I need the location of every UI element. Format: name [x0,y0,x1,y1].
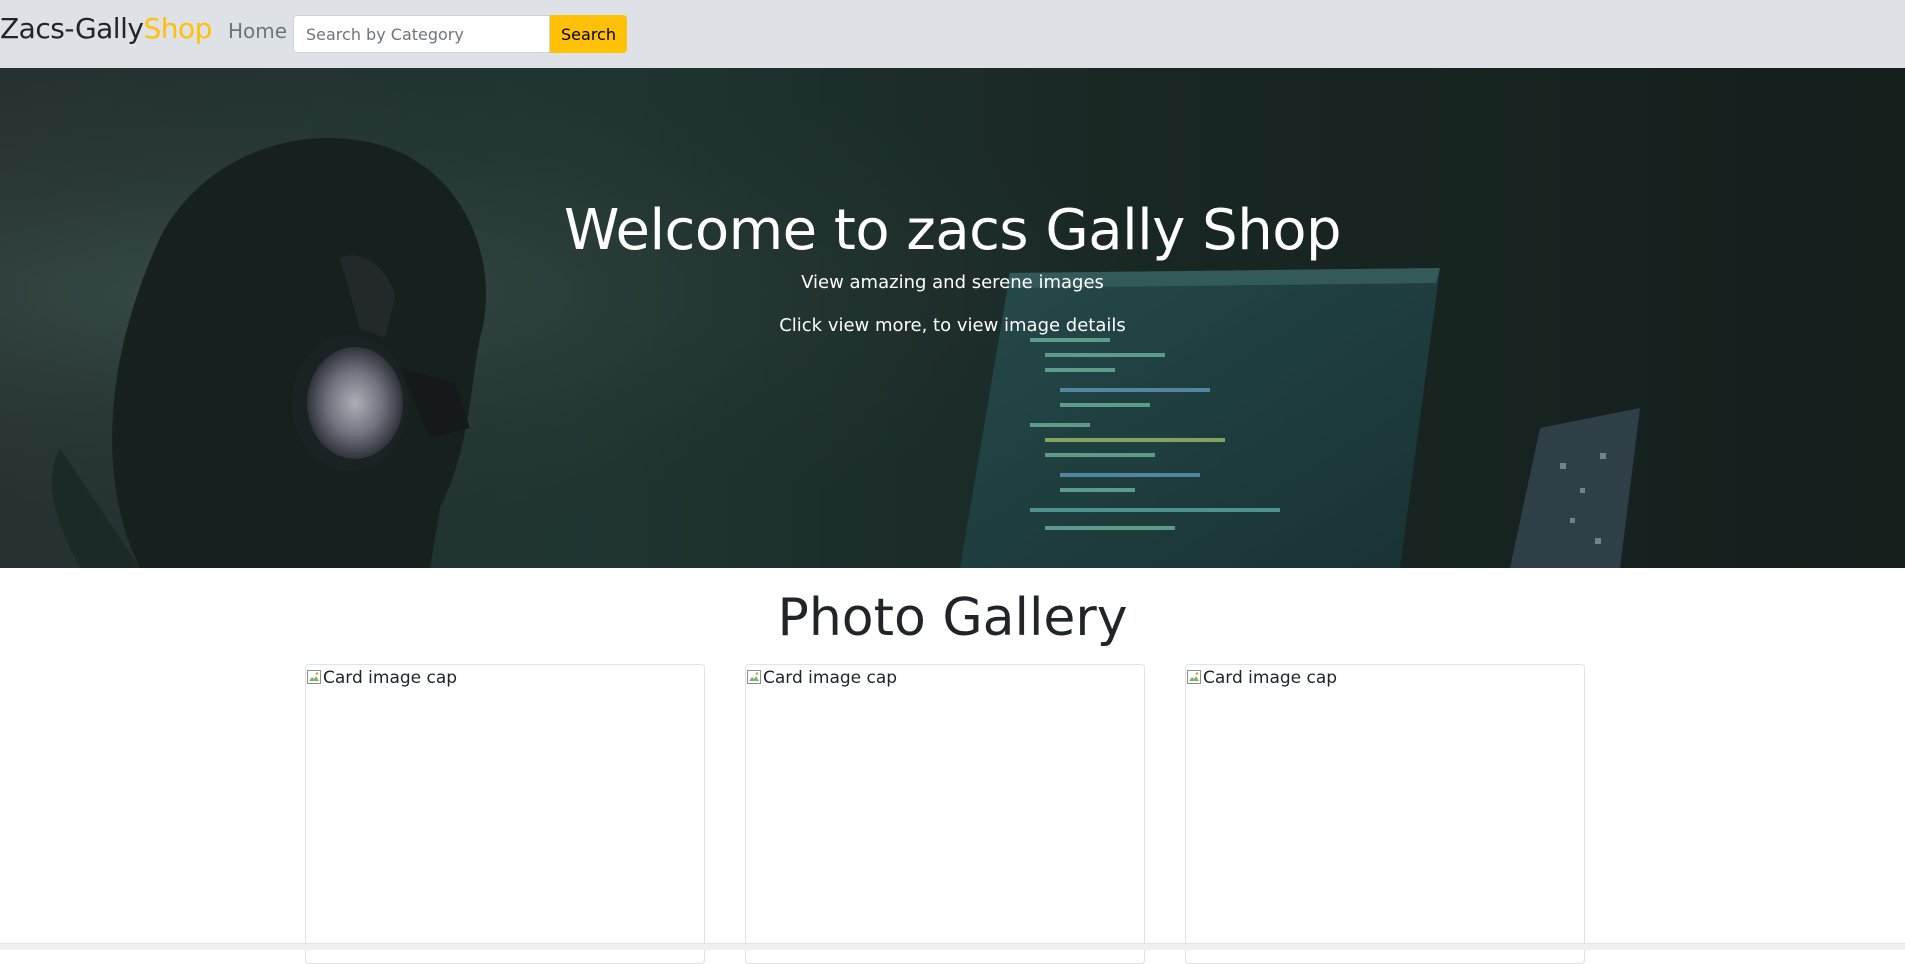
horizontal-scrollbar[interactable] [0,943,1905,950]
broken-image-icon [307,670,321,684]
brand-accent-text: Shop [143,12,212,45]
card-image-alt-text: Card image cap [763,668,898,688]
hero-hint: Click view more, to view image details [779,315,1126,336]
search-input[interactable] [293,15,550,53]
card-image-alt-text: Card image cap [323,668,458,688]
hero-text-block: Welcome to zacs Gally Shop View amazing … [0,198,1905,339]
brand-logo[interactable]: Zacs-GallyShop [0,12,212,46]
card-image-alt-text: Card image cap [1203,668,1338,688]
hero-banner: Welcome to zacs Gally Shop View amazing … [0,68,1905,568]
card-image[interactable]: Card image cap [306,665,704,689]
broken-image-icon [1187,670,1201,684]
card-image[interactable]: Card image cap [1186,665,1584,689]
gallery-card[interactable]: Card image cap [305,664,705,964]
broken-image-icon [747,670,761,684]
nav-home-link[interactable]: Home [228,18,287,44]
gallery-card[interactable]: Card image cap [745,664,1145,964]
search-button[interactable]: Search [550,15,627,53]
top-navbar: Zacs-GallyShop Home Search [0,0,1905,68]
card-image[interactable]: Card image cap [746,665,1144,689]
hero-subtitle: View amazing and serene images [801,272,1104,293]
brand-main-text: Zacs-Gally [0,12,144,45]
gallery-title: Photo Gallery [777,588,1128,648]
hero-title: Welcome to zacs Gally Shop [563,198,1342,263]
gallery-card[interactable]: Card image cap [1185,664,1585,964]
